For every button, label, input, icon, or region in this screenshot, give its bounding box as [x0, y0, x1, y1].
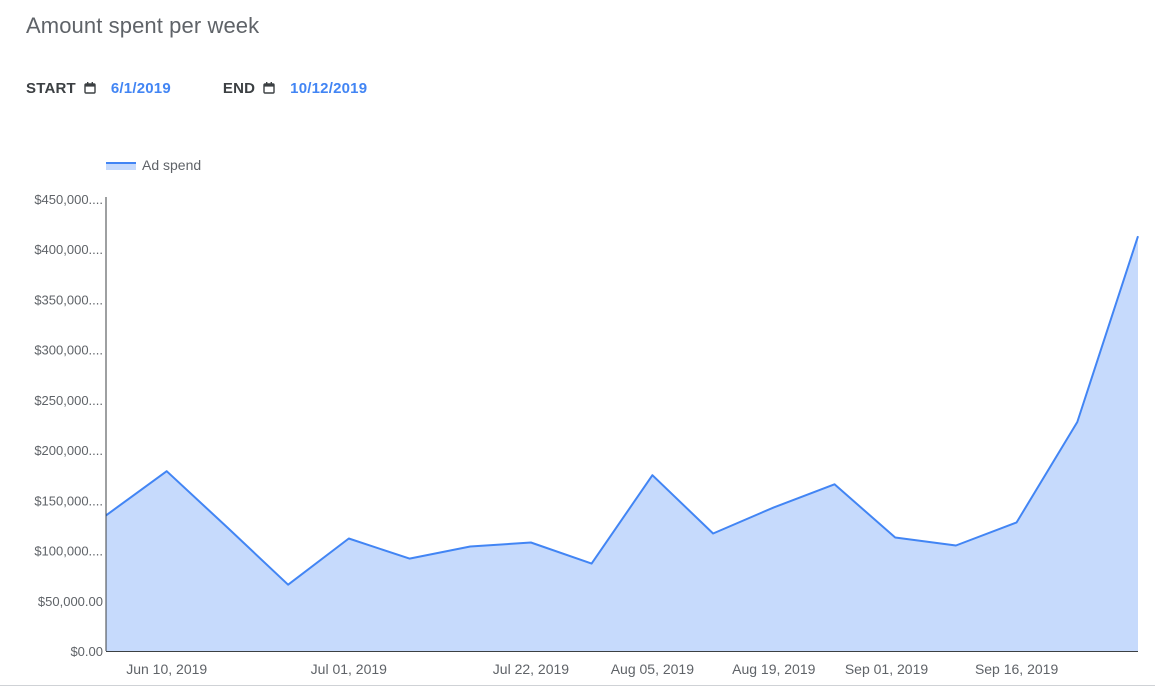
y-tick-label: $450,000.... [34, 192, 103, 207]
area-chart: $450,000.... $400,000.... $350,000.... $300… [34, 192, 1139, 677]
y-tick-label: $250,000.... [34, 393, 103, 408]
series-area-ad-spend [106, 236, 1138, 651]
x-tick-label: Aug 05, 2019 [611, 661, 695, 677]
x-tick-label: Sep 16, 2019 [975, 661, 1059, 677]
y-tick-label: $400,000.... [34, 242, 103, 257]
y-tick-label: $0.00 [70, 644, 103, 659]
y-tick-label: $300,000.... [34, 343, 103, 358]
x-tick-label: Jun 10, 2019 [126, 661, 207, 677]
y-tick-label: $50,000.00 [38, 594, 103, 609]
y-tick-label: $350,000.... [34, 292, 103, 307]
x-tick-label: Jul 22, 2019 [493, 661, 569, 677]
x-tick-label: Aug 19, 2019 [732, 661, 816, 677]
y-tick-label: $100,000.... [34, 544, 103, 559]
bottom-divider [0, 685, 1155, 686]
x-tick-label: Sep 01, 2019 [845, 661, 929, 677]
y-tick-label: $150,000.... [34, 493, 103, 508]
x-tick-label: Jul 01, 2019 [311, 661, 387, 677]
y-tick-label: $200,000.... [34, 443, 103, 458]
